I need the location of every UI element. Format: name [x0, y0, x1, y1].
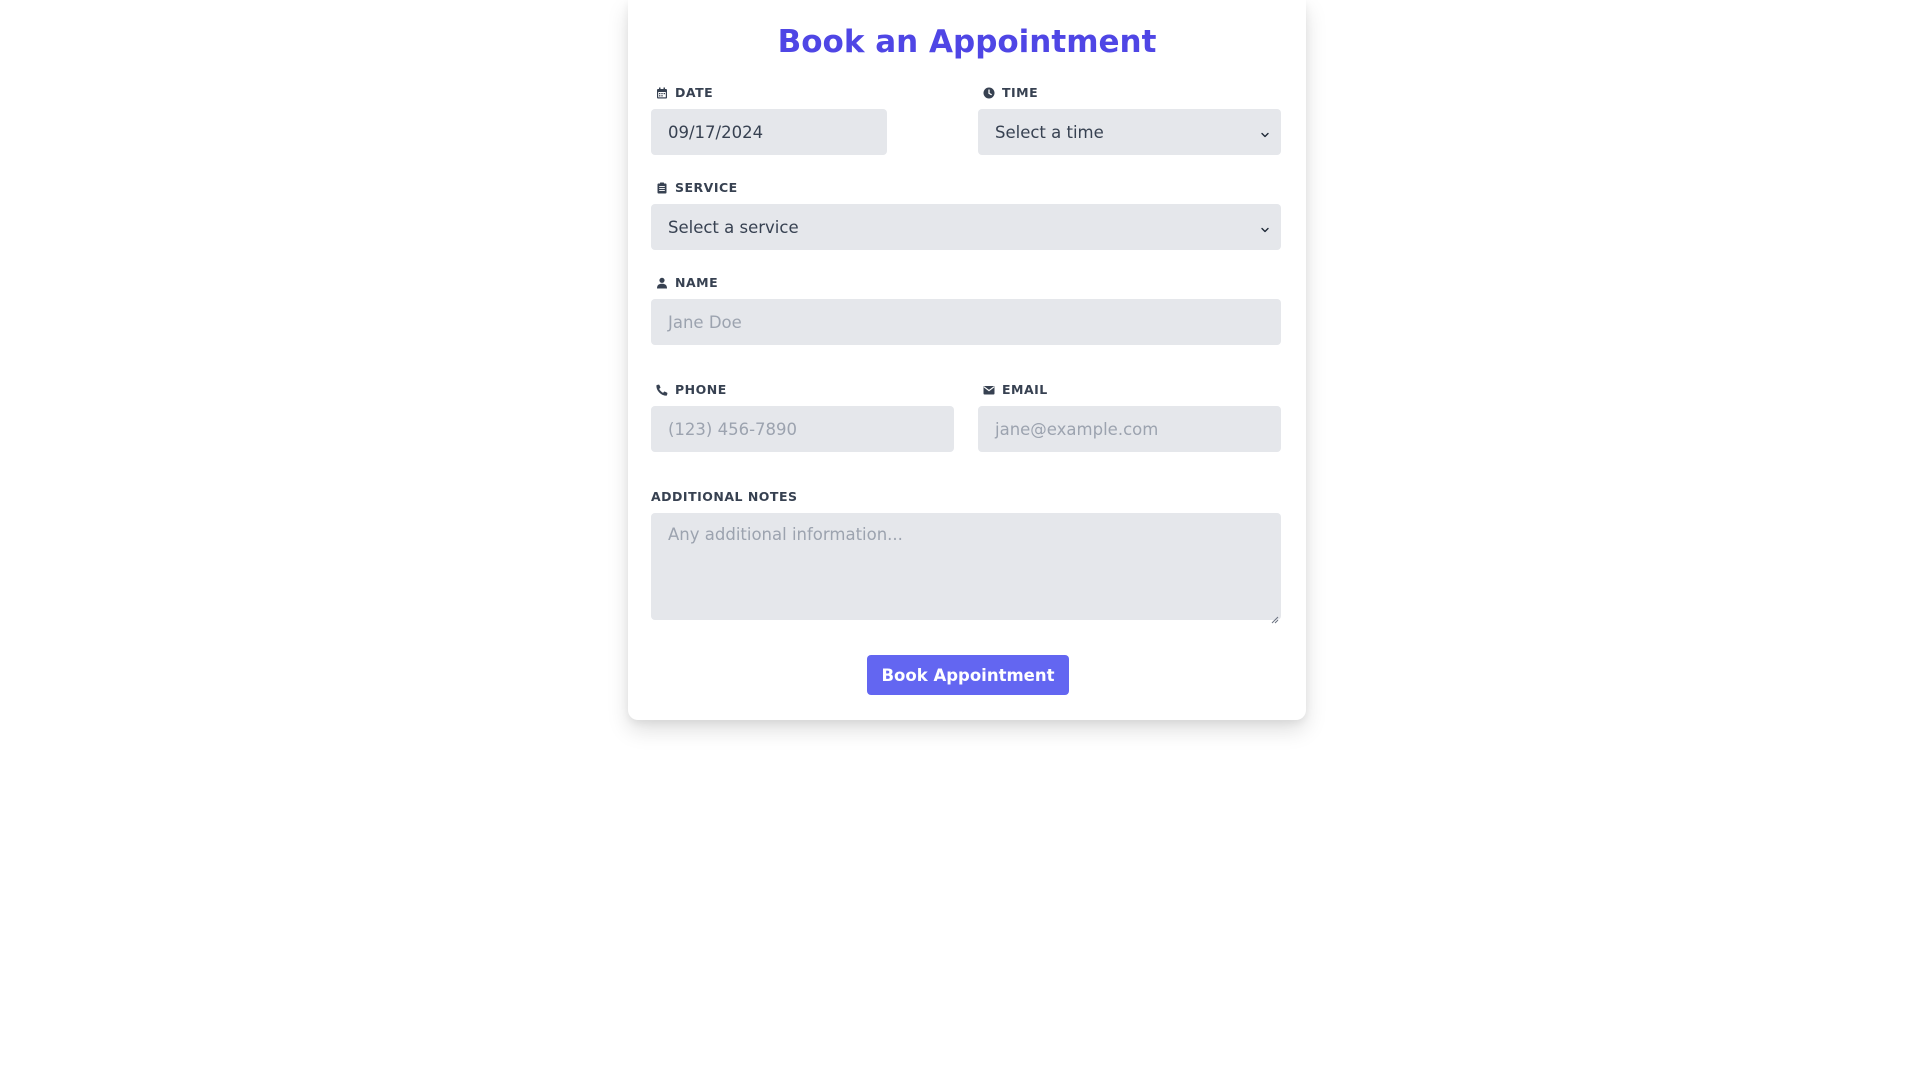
date-label-text: DATE	[675, 85, 714, 100]
service-select[interactable]: Select a service	[651, 204, 1281, 250]
date-input[interactable]: 09/17/2024	[651, 109, 887, 155]
phone-input[interactable]: (123) 456-7890	[651, 406, 954, 452]
time-label-text: TIME	[1002, 85, 1039, 100]
clock-icon	[982, 87, 995, 100]
phone-icon	[655, 384, 668, 397]
notes-textarea[interactable]: Any additional information...	[651, 513, 1281, 624]
time-label: TIME	[982, 85, 1038, 101]
notes-placeholder: Any additional information...	[668, 525, 903, 544]
time-selected-value: Select a time	[995, 122, 1104, 142]
booking-card: Book an Appointment DATE 09/17/2024 TIME…	[628, 0, 1306, 720]
phone-placeholder: (123) 456-7890	[668, 419, 798, 439]
email-input[interactable]: jane@example.com	[978, 406, 1281, 452]
envelope-icon	[982, 384, 995, 397]
email-label: EMAIL	[982, 382, 1048, 398]
chevron-down-icon	[1259, 126, 1271, 138]
name-label: NAME	[655, 275, 718, 291]
chevron-down-icon	[1259, 221, 1271, 233]
service-selected-value: Select a service	[668, 217, 799, 237]
notes-label-text: ADDITIONAL NOTES	[651, 489, 798, 504]
resize-handle-icon[interactable]	[1270, 609, 1279, 624]
service-label-text: SERVICE	[675, 180, 738, 195]
calendar-icon	[655, 87, 668, 100]
phone-label-text: PHONE	[675, 382, 727, 397]
clipboard-icon	[655, 182, 668, 195]
phone-label: PHONE	[655, 382, 727, 398]
email-label-text: EMAIL	[1002, 382, 1048, 397]
date-label: DATE	[655, 85, 713, 101]
email-placeholder: jane@example.com	[995, 419, 1159, 439]
book-appointment-button[interactable]: Book Appointment	[867, 655, 1069, 695]
page-title: Book an Appointment	[777, 24, 1157, 60]
notes-label: ADDITIONAL NOTES	[651, 489, 798, 505]
name-label-text: NAME	[675, 275, 719, 290]
user-icon	[655, 277, 668, 290]
name-placeholder: Jane Doe	[668, 312, 742, 332]
name-input[interactable]: Jane Doe	[651, 299, 1281, 345]
service-label: SERVICE	[655, 180, 738, 196]
date-value: 09/17/2024	[668, 122, 764, 142]
time-select[interactable]: Select a time	[978, 109, 1281, 155]
